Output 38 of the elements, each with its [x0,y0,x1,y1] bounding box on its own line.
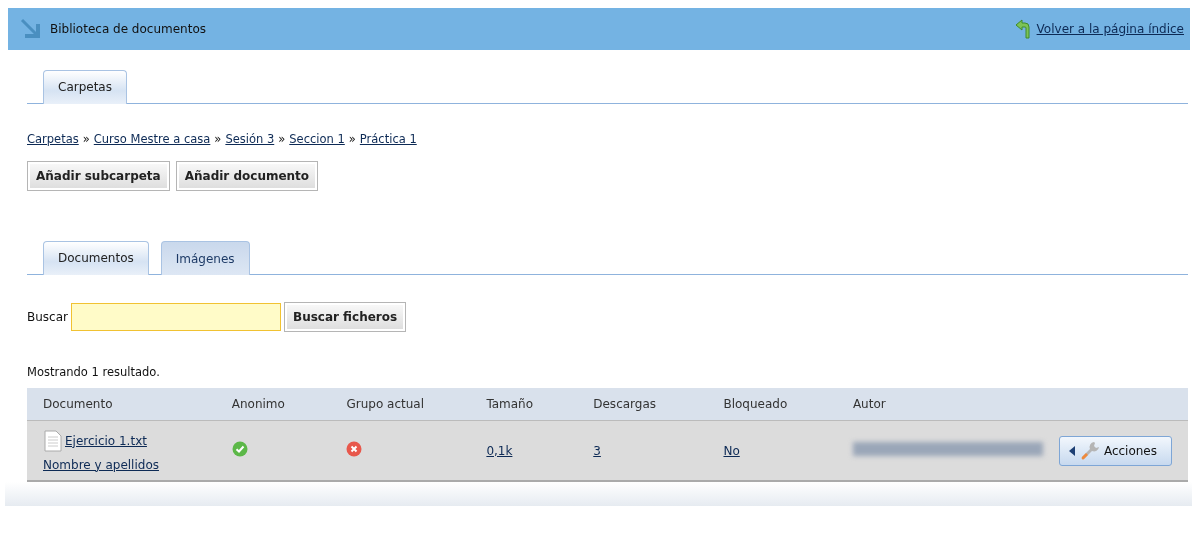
add-button[interactable]: Añadir documento [175,161,319,191]
document-icon [43,429,63,452]
arrow-icon [20,18,42,40]
column-header: Grupo actual [330,388,471,421]
breadcrumb-separator: » [278,132,286,146]
search-field[interactable] [71,303,281,331]
column-header: Anonimo [215,388,331,421]
cell-link[interactable]: 0,1k [486,443,513,458]
breadcrumb-link[interactable]: Práctica 1 [359,132,417,146]
breadcrumb-separator: » [348,132,356,146]
add-button[interactable]: Añadir subcarpeta [27,161,170,191]
breadcrumb-link[interactable]: Seccion 1 [289,132,345,146]
column-header: Descargas [577,388,708,421]
tab[interactable]: Documentos [43,241,149,275]
breadcrumb-separator: » [214,132,222,146]
column-header: Documento [27,388,216,421]
caret-icon [1067,444,1076,457]
column-header: Bloqueado [707,388,837,421]
author-link[interactable]: Nombre y apellidos [43,457,216,472]
cell-link[interactable]: No [723,443,740,458]
result-count: Mostrando 1 resultado. [26,365,161,379]
breadcrumb-link[interactable]: Curso Mestre a casa [93,132,211,146]
actions-button[interactable]: Acciones [1058,435,1172,466]
tab[interactable]: Carpetas [43,70,127,104]
return-arrow-icon [1014,19,1033,39]
back-link[interactable]: Volver a la página índice [1036,22,1184,36]
breadcrumb-link[interactable]: Carpetas [27,132,79,146]
breadcrumb-separator: » [82,132,90,146]
search-button[interactable]: Buscar ficheros [284,302,407,332]
wrench-icon [1079,439,1100,462]
column-header: Tamaño [470,388,578,421]
column-header: Autor [836,388,1043,421]
breadcrumb-link[interactable]: Sesión 3 [225,132,275,146]
document-link[interactable]: Ejercicio 1.txt [65,433,147,448]
cell-link[interactable]: 3 [593,443,601,458]
page-title: Biblioteca de documentos [50,22,206,36]
search-label: Buscar [27,310,68,324]
tab[interactable]: Imágenes [160,241,250,275]
